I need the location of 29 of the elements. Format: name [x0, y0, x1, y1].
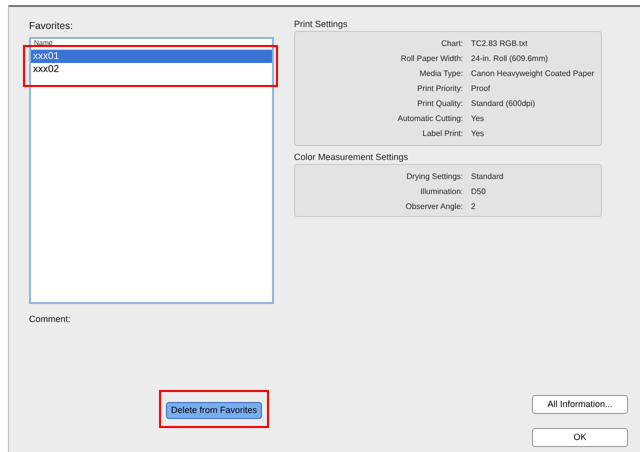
setting-label: Print Quality:	[416, 98, 464, 110]
favorite-item[interactable]: xxx01	[31, 50, 272, 63]
setting-value: Standard	[471, 171, 504, 183]
section-title: Print Settings	[294, 19, 349, 30]
setting-value: Proof	[471, 83, 490, 95]
setting-label: Automatic Cutting:	[396, 113, 464, 125]
setting-label: Chart:	[440, 38, 464, 50]
setting-value: 24-in. Roll (609.6mm)	[471, 53, 548, 65]
setting-label: Illumination:	[419, 186, 464, 198]
section-title: Color Measurement Settings	[294, 152, 410, 163]
setting-value: Yes	[471, 113, 484, 125]
setting-value: D50	[471, 186, 486, 198]
setting-label: Media Type:	[418, 68, 464, 80]
setting-label: Print Priority:	[416, 83, 464, 95]
setting-value: Standard (600dpi)	[471, 98, 536, 110]
favorites-label: Favorites:	[29, 21, 74, 33]
favorite-item[interactable]: xxx02	[31, 63, 272, 76]
setting-value: Canon Heavyweight Coated Paper	[471, 68, 594, 80]
setting-label: Drying Settings:	[406, 171, 464, 183]
setting-value: TC2.83 RGB.txt	[471, 38, 528, 50]
setting-value: Yes	[471, 128, 484, 140]
setting-label: Observer Angle:	[404, 201, 464, 213]
delete-from-favorites-button[interactable]: Delete from Favorites	[166, 402, 262, 419]
comment-label: Comment:	[29, 314, 72, 325]
all-information-button[interactable]: All Information...	[532, 395, 628, 414]
setting-label: Roll Paper Width:	[400, 53, 464, 65]
setting-value: 2	[471, 201, 476, 213]
setting-label: Label Print:	[422, 128, 464, 140]
ok-button[interactable]: OK	[532, 428, 628, 447]
